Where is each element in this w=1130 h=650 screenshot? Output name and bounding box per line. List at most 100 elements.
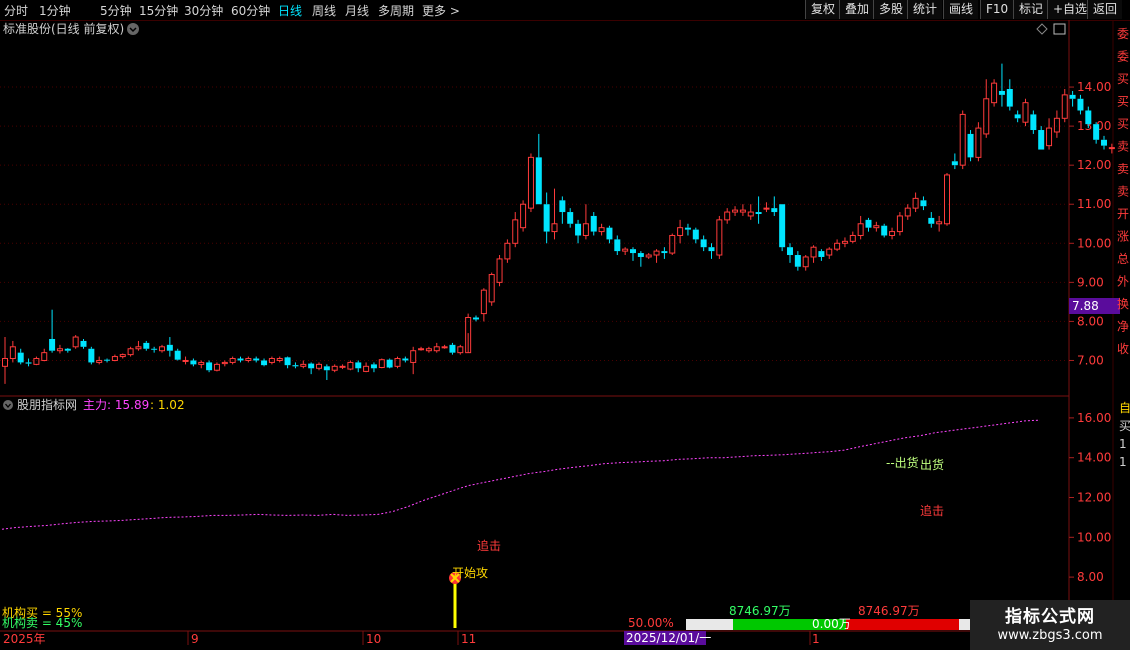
candle [677,219,684,244]
candle [25,358,32,367]
candle [378,358,385,369]
side-info-label: 买 [1117,72,1129,86]
candle [771,196,778,216]
kline-chart[interactable]: 标准股份(日线 前复权) 股朋指标网 主力: 15.89 : 1.02 14.0… [0,0,1130,650]
signal-chase-1: 追击 [477,538,501,553]
candle [339,364,346,370]
candle [920,196,927,211]
candle [975,122,982,162]
candle [1061,89,1068,123]
candle [551,188,558,240]
signal-sell-b: 出货 [920,457,944,472]
candle [881,223,888,238]
indicator-tick-label: 14.00 [1077,451,1111,465]
indicator-main-line [1,419,1041,530]
signal-start-attack: 开始攻 [452,566,488,580]
candle [1101,135,1107,150]
candle [873,221,880,232]
candle [449,342,456,355]
red-amount: 8746.97万 [858,604,920,618]
candle [567,208,574,228]
candle [590,212,597,236]
candle [818,249,825,261]
candle [834,239,841,252]
candle [49,309,56,353]
candle [967,130,974,162]
candle [119,353,126,359]
price-tick-label: 7.00 [1077,353,1104,367]
candle [802,255,809,271]
candle [889,227,896,240]
chevron-down-icon[interactable] [127,23,139,35]
candle [535,133,542,205]
candle [991,79,998,107]
candle [669,233,676,256]
candle [944,172,950,226]
legend-institution-sell: 机构卖 = 45% [2,615,82,630]
candle [747,204,754,220]
price-tick-label: 12.00 [1077,158,1111,172]
side-info-lower-label: 1 [1119,455,1127,469]
candle [284,356,291,369]
candle [425,346,432,353]
candle [684,223,691,236]
candle [347,360,354,371]
candle [865,217,872,232]
date-label-oct: 10 [366,632,381,646]
indicator-tick-label: 10.00 [1077,530,1111,544]
diamond-icon[interactable] [1036,23,1048,35]
brand-url: www.zbgs3.com [997,628,1103,643]
date-label-sep: 9 [191,632,199,646]
candle [182,356,189,365]
side-info-label: 换 [1117,297,1129,311]
candle [441,344,448,349]
candle [692,227,699,244]
window-icon[interactable] [1053,23,1066,35]
candle [363,362,370,373]
side-info-label: 买 [1117,117,1129,131]
candle [410,346,417,375]
brand-name: 指标公式网 [1005,607,1095,627]
candle [268,356,275,365]
candle [465,313,472,354]
side-info-column: 委委买买买卖卖卖开涨总外换净收自买11 [1117,27,1130,469]
candle [1030,110,1037,134]
candle [630,247,636,261]
candle [559,196,566,224]
candle [111,354,118,362]
candles-group [2,63,1115,384]
side-info-label: 卖 [1117,162,1129,176]
chevron-down-icon[interactable] [3,400,13,410]
candle [700,235,707,252]
indicator-tick-label: 12.00 [1077,491,1111,505]
candle [1077,94,1084,115]
candle [732,206,739,216]
candle [127,346,134,357]
candle [637,251,644,267]
side-info-label: 买 [1117,95,1129,109]
side-info-lower-label: 自 [1119,401,1130,415]
brand-watermark: 指标公式网 www.zbgs3.com [970,600,1130,650]
candle [206,360,213,373]
candle [292,362,299,369]
candle [841,237,848,248]
candle [135,340,142,351]
candle [151,346,158,353]
side-info-label: 开 [1117,207,1129,221]
price-tick-label: 9.00 [1077,275,1104,289]
candle [159,344,165,353]
candle [253,356,260,363]
candle [174,348,181,361]
candle [1046,118,1053,150]
side-info-label: 净 [1117,320,1129,334]
indicator-axis: 16.00 14.00 12.00 10.00 8.00 [1069,411,1111,584]
candle [598,223,605,236]
candle [9,340,16,363]
candle [323,364,330,380]
indicator-second-label: : 1.02 [150,398,185,412]
ratio-bar-white-right [959,619,970,630]
candle [166,337,173,357]
candle [849,231,856,244]
candle [261,358,268,367]
indicator-main-label: 主力: 15.89 [83,398,149,412]
